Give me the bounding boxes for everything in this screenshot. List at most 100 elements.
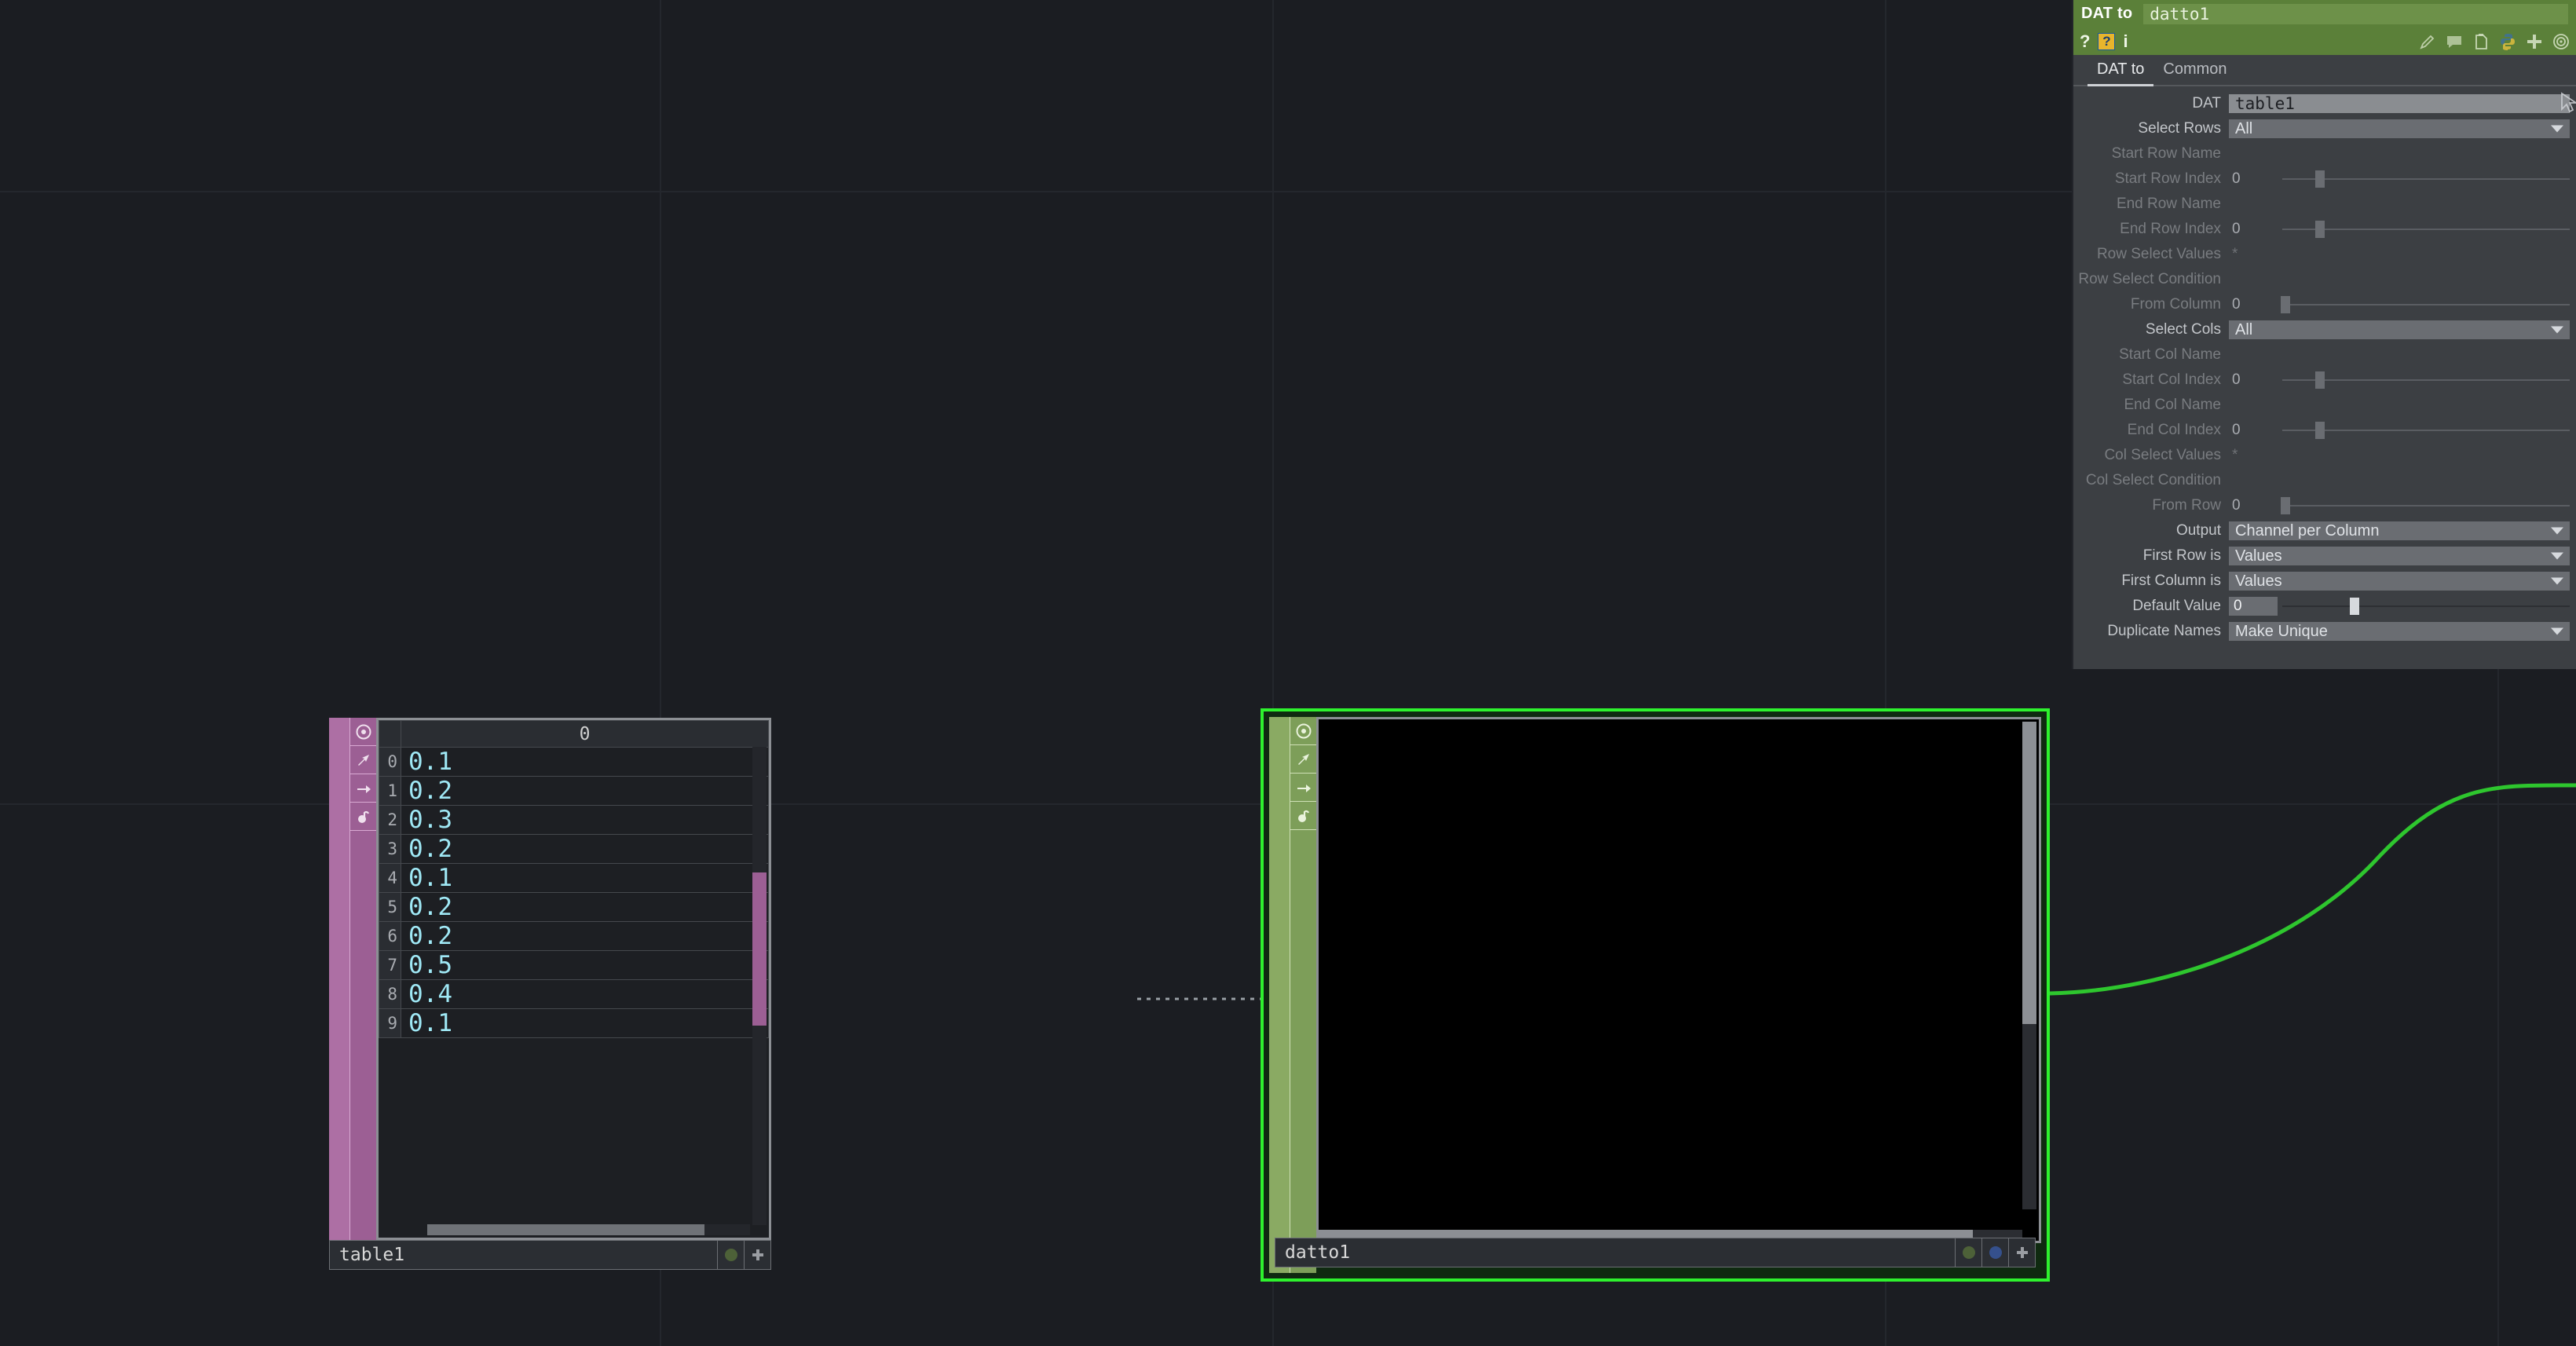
table-horizontal-scrollbar[interactable] bbox=[427, 1224, 750, 1235]
slider-handle[interactable] bbox=[2314, 422, 2325, 439]
viewer-icon[interactable] bbox=[350, 718, 376, 746]
table-cell[interactable]: 0.1 bbox=[401, 1008, 769, 1038]
help-icon[interactable]: ? bbox=[2080, 32, 2090, 50]
parameter-dropdown[interactable]: Values bbox=[2229, 547, 2570, 565]
scrollbar-thumb[interactable] bbox=[2022, 722, 2036, 1025]
row-index[interactable]: 2 bbox=[379, 805, 401, 835]
row-index[interactable]: 3 bbox=[379, 834, 401, 864]
help-highlight-icon[interactable]: ? bbox=[2098, 32, 2116, 50]
table-cell[interactable]: 0.3 bbox=[401, 805, 769, 835]
parameter-text-input[interactable]: table1 bbox=[2229, 94, 2570, 113]
parameter-field[interactable]: 0 bbox=[2229, 295, 2576, 314]
parameter-number-input[interactable]: 0 bbox=[2229, 220, 2279, 239]
chevron-down-icon[interactable] bbox=[2551, 552, 2563, 560]
slider-handle[interactable] bbox=[2314, 221, 2325, 238]
parameter-dialog[interactable]: DAT to datto1 ? ? i DAT to Common DAT ta… bbox=[2072, 0, 2576, 669]
parameter-text-input[interactable]: * bbox=[2229, 447, 2238, 464]
parameter-slider[interactable] bbox=[2282, 421, 2570, 440]
node-flags-table1[interactable] bbox=[329, 718, 376, 1270]
slider-track[interactable] bbox=[2282, 605, 2570, 607]
node-name-label[interactable]: table1 bbox=[329, 1240, 718, 1270]
chop-vertical-scrollbar[interactable] bbox=[2022, 722, 2036, 1209]
viewer-active-dot-badge[interactable] bbox=[1956, 1238, 1982, 1267]
lock-icon[interactable] bbox=[1290, 802, 1316, 830]
parameter-number-input[interactable]: 0 bbox=[2229, 295, 2279, 314]
row-index[interactable]: 7 bbox=[379, 950, 401, 980]
row-index[interactable]: 5 bbox=[379, 892, 401, 922]
table-vertical-scrollbar[interactable] bbox=[752, 747, 767, 1225]
table-cell[interactable]: 0.2 bbox=[401, 776, 769, 806]
viewer-active-dot-badge[interactable] bbox=[718, 1240, 745, 1270]
slider-track[interactable] bbox=[2282, 304, 2570, 305]
info-icon[interactable]: i bbox=[2123, 32, 2128, 50]
chop-graph[interactable] bbox=[1319, 719, 2039, 1241]
parameter-number-input[interactable]: 0 bbox=[2229, 597, 2278, 616]
parameter-slider[interactable] bbox=[2282, 170, 2570, 188]
bypass-icon[interactable] bbox=[350, 746, 376, 774]
cook-dot-badge[interactable] bbox=[1982, 1238, 2009, 1267]
slider-handle[interactable] bbox=[2280, 497, 2290, 514]
parameter-slider[interactable] bbox=[2282, 371, 2570, 390]
chevron-down-icon[interactable] bbox=[2551, 577, 2563, 585]
parameter-dialog-toolbar[interactable]: ? ? i bbox=[2073, 27, 2576, 55]
parameter-dropdown[interactable]: Channel per Column bbox=[2229, 521, 2570, 540]
node-flags-datto1[interactable] bbox=[1269, 717, 1316, 1273]
table-cell[interactable]: 0.1 bbox=[401, 863, 769, 893]
parameter-field[interactable]: table1 bbox=[2229, 92, 2576, 113]
expand-plus-badge[interactable] bbox=[745, 1240, 771, 1270]
op-name-field[interactable]: datto1 bbox=[2143, 3, 2568, 24]
slider-track[interactable] bbox=[2282, 178, 2570, 180]
column-header-0[interactable]: 0 bbox=[401, 720, 769, 748]
parameter-field[interactable]: Values bbox=[2229, 547, 2576, 565]
parameter-tabs[interactable]: DAT to Common bbox=[2073, 55, 2576, 86]
parameter-field[interactable] bbox=[2229, 346, 2576, 364]
parameter-field[interactable]: 0 bbox=[2229, 220, 2576, 239]
parameter-field[interactable] bbox=[2229, 195, 2576, 214]
chevron-down-icon[interactable] bbox=[2551, 627, 2563, 635]
row-index[interactable]: 1 bbox=[379, 776, 401, 806]
parameter-field[interactable]: Channel per Column bbox=[2229, 521, 2576, 540]
python-icon[interactable] bbox=[2499, 33, 2516, 50]
parameter-field[interactable]: Values bbox=[2229, 572, 2576, 591]
parameter-field[interactable]: * bbox=[2229, 446, 2576, 465]
tab-common[interactable]: Common bbox=[2153, 60, 2236, 85]
parameter-field[interactable] bbox=[2229, 471, 2576, 490]
slider-track[interactable] bbox=[2282, 505, 2570, 507]
table-cell[interactable]: 0.4 bbox=[401, 979, 769, 1009]
slider-track[interactable] bbox=[2282, 430, 2570, 431]
parameter-field[interactable]: 0 bbox=[2229, 371, 2576, 390]
table-cell[interactable]: 0.1 bbox=[401, 747, 769, 777]
parameter-field[interactable]: * bbox=[2229, 245, 2576, 264]
slider-track[interactable] bbox=[2282, 229, 2570, 230]
table-dat-viewer[interactable]: 0 0 0.1 1 0.2 2 0.3 3 0.2 4 0.1 5 0.2 6 0.2 7 0.… bbox=[376, 718, 771, 1240]
node-name-label[interactable]: datto1 bbox=[1275, 1238, 1956, 1267]
chop-viewer[interactable] bbox=[1316, 717, 2041, 1243]
parameter-dropdown[interactable]: All bbox=[2229, 119, 2570, 138]
slider-handle[interactable] bbox=[2280, 296, 2290, 313]
row-index[interactable]: 9 bbox=[379, 1008, 401, 1038]
slider-handle[interactable] bbox=[2314, 371, 2325, 389]
parameter-dropdown[interactable]: All bbox=[2229, 320, 2570, 339]
parameter-field[interactable]: All bbox=[2229, 119, 2576, 138]
parameter-slider[interactable] bbox=[2282, 597, 2570, 616]
pencil-icon[interactable] bbox=[2419, 33, 2436, 50]
clone-icon[interactable] bbox=[1290, 774, 1316, 802]
slider-handle[interactable] bbox=[2349, 598, 2359, 615]
chevron-down-icon[interactable] bbox=[2551, 125, 2563, 133]
row-index[interactable]: 0 bbox=[379, 747, 401, 777]
parameter-field[interactable] bbox=[2229, 396, 2576, 415]
row-index[interactable]: 6 bbox=[379, 921, 401, 951]
target-icon[interactable] bbox=[2552, 33, 2570, 50]
parameter-number-input[interactable]: 0 bbox=[2229, 496, 2279, 515]
table-cell[interactable]: 0.5 bbox=[401, 950, 769, 980]
parameter-field[interactable]: All bbox=[2229, 320, 2576, 339]
parameter-field[interactable]: 0 bbox=[2229, 170, 2576, 188]
table-cell[interactable]: 0.2 bbox=[401, 892, 769, 922]
parameter-dialog-titlebar[interactable]: DAT to datto1 bbox=[2073, 0, 2576, 27]
viewer-icon[interactable] bbox=[1290, 717, 1316, 745]
clone-icon[interactable] bbox=[350, 774, 376, 803]
parameter-field[interactable]: 0 bbox=[2229, 597, 2576, 616]
parameter-slider[interactable] bbox=[2280, 496, 2570, 515]
parameter-field[interactable]: 0 bbox=[2229, 421, 2576, 440]
expand-plus-badge[interactable] bbox=[2009, 1238, 2036, 1267]
